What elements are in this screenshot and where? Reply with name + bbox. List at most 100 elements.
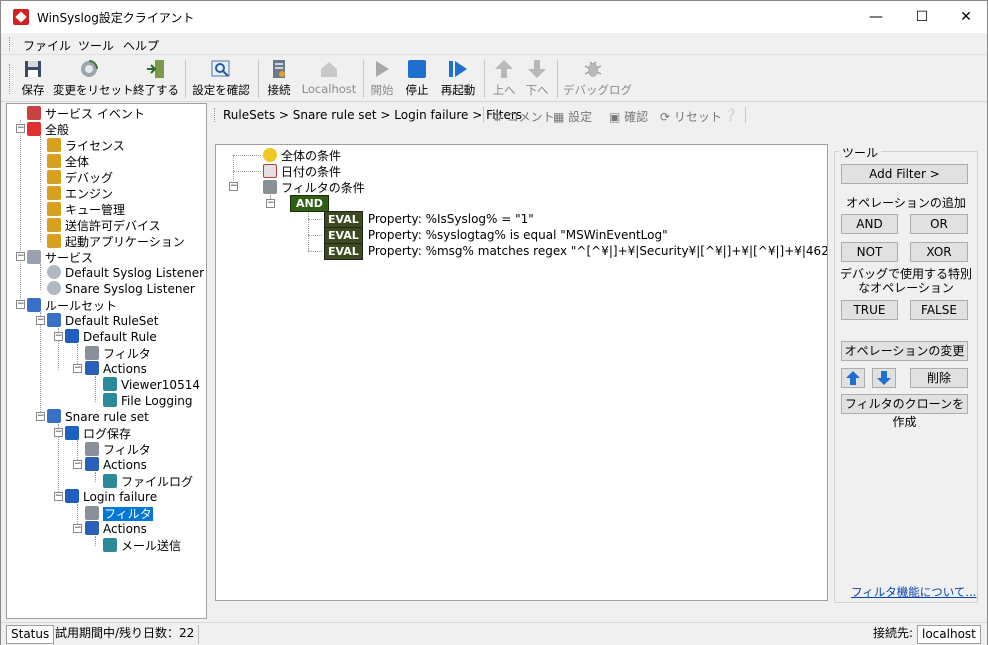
maximize-button[interactable]: ☐ (899, 1, 945, 33)
filter-collapse-toggle[interactable]: − (229, 182, 238, 191)
tree-filter[interactable]: フィルタ (85, 441, 151, 457)
tree-collapse-toggle[interactable]: − (73, 460, 82, 469)
close-button[interactable]: ✕ (943, 1, 988, 33)
tree-debug[interactable]: デバッグ (47, 169, 113, 185)
and-collapse-toggle[interactable]: − (266, 199, 275, 208)
move-up-filter-button[interactable] (841, 368, 865, 388)
tree-action-mail[interactable]: メール送信 (103, 537, 181, 553)
tree-general[interactable]: 全般 (27, 121, 69, 137)
or-button[interactable]: OR (910, 214, 968, 234)
gear-shield-icon (47, 234, 61, 248)
tree-action-file-logging[interactable]: File Logging (103, 393, 193, 409)
tree-login-failure-rule[interactable]: Login failure (65, 489, 157, 505)
tree-collapse-toggle[interactable]: − (16, 252, 25, 261)
and-button[interactable]: AND (841, 214, 898, 234)
trial-status: 試用期間中/残り日数：22 (51, 625, 200, 644)
help-button[interactable]: ❔ (723, 108, 738, 122)
tree-allowed-devices[interactable]: 送信許可デバイス (47, 217, 161, 233)
tree-collapse-toggle[interactable]: − (73, 524, 82, 533)
tree-collapse-toggle[interactable]: − (54, 492, 63, 501)
verify-config-button[interactable]: 設定を確認 (191, 58, 251, 100)
filter-condition-row[interactable]: EVAL Property: %msg% matches regex "^[^¥|… (324, 243, 827, 260)
tree-actions[interactable]: Actions (85, 457, 147, 473)
tree-rulesets[interactable]: ルールセット (27, 297, 117, 313)
filter-funnel-icon (85, 506, 99, 520)
start-button[interactable]: 開始 (368, 58, 396, 100)
action-icon (103, 393, 117, 407)
stop-button[interactable]: 停止 (402, 58, 432, 100)
tree-action-file-log[interactable]: ファイルログ (103, 473, 193, 489)
tree-collapse-toggle[interactable]: − (54, 332, 63, 341)
menu-help[interactable]: ヘルプ (123, 37, 159, 54)
tree-actions[interactable]: Actions (85, 521, 147, 537)
filter-funnel-icon (263, 180, 277, 194)
exit-button[interactable]: 終了する (132, 58, 180, 100)
filter-funnel-icon (85, 346, 99, 360)
false-button[interactable]: FALSE (910, 300, 968, 320)
config-tree: サービス イベント − 全般 ライセンス 全体 デバッグ エンジン キュー管理 … (6, 103, 207, 619)
tree-snare-listener[interactable]: Snare Syslog Listener (47, 281, 195, 297)
tree-filter[interactable]: フィルタ (85, 345, 151, 361)
tree-engine[interactable]: エンジン (47, 185, 113, 201)
save-button[interactable]: 保存 (17, 58, 49, 100)
tree-collapse-toggle[interactable]: − (54, 428, 63, 437)
tree-services[interactable]: サービス (27, 249, 93, 265)
tree-log-save-rule[interactable]: ログ保存 (65, 425, 131, 441)
move-down-filter-button[interactable] (872, 368, 896, 388)
gear-shield-icon (47, 202, 61, 216)
actions-icon (85, 361, 99, 375)
settings-button[interactable]: ▦ 設定 (553, 108, 592, 125)
restart-button[interactable]: 再起動 (438, 58, 478, 100)
tree-filter-selected[interactable]: フィルタ (85, 505, 153, 521)
filter-condition-row[interactable]: EVAL Property: %syslogtag% is equal "MSWi… (324, 227, 668, 244)
gear-icon (47, 265, 61, 279)
tree-queue[interactable]: キュー管理 (47, 201, 125, 217)
move-up-button[interactable]: 上へ (490, 58, 518, 100)
tree-collapse-toggle[interactable]: − (16, 300, 25, 309)
filter-condition-row[interactable]: EVAL Property: %IsSyslog% = "1" (324, 211, 534, 228)
add-filter-button[interactable]: Add Filter > (841, 164, 968, 184)
reset-changes-button[interactable]: 変更をリセット (53, 58, 134, 100)
tree-startup-apps[interactable]: 起動アプリケーション (47, 233, 185, 249)
menu-file[interactable]: ファイル (23, 37, 71, 54)
minimize-button[interactable]: — (853, 1, 899, 33)
help-icon: ❔ (723, 108, 738, 122)
tools-group-title: ツール (839, 144, 882, 161)
tree-all[interactable]: 全体 (47, 153, 89, 169)
filter-guide (233, 155, 261, 156)
action-icon (103, 377, 117, 391)
localhost-button[interactable]: Localhost (299, 58, 359, 100)
tree-service-events[interactable]: サービス イベント (27, 105, 145, 121)
clone-filter-button[interactable]: フィルタのクローンを作成 (841, 394, 968, 429)
date-conditions-node[interactable]: 日付の条件 (263, 163, 341, 179)
xor-button[interactable]: XOR (910, 242, 968, 262)
tree-action-viewer[interactable]: Viewer10514 (103, 377, 200, 393)
debug-log-button[interactable]: デバッグログ (563, 58, 632, 100)
tree-collapse-toggle[interactable]: − (16, 124, 25, 133)
filter-conditions-node[interactable]: フィルタの条件 (263, 179, 365, 195)
breadcrumb-grip (214, 108, 217, 122)
tree-collapse-toggle[interactable]: − (36, 412, 45, 421)
tree-collapse-toggle[interactable]: − (73, 364, 82, 373)
tree-default-rule[interactable]: Default Rule (65, 329, 157, 345)
tree-default-listener[interactable]: Default Syslog Listener (47, 265, 204, 281)
tree-collapse-toggle[interactable]: − (36, 316, 45, 325)
menu-tools[interactable]: ツール (78, 37, 114, 54)
tree-license[interactable]: ライセンス (47, 137, 125, 153)
comment-button[interactable]: ⚙ コメント (492, 108, 555, 125)
true-button[interactable]: TRUE (841, 300, 898, 320)
tree-actions[interactable]: Actions (85, 361, 147, 377)
delete-button[interactable]: 削除 (910, 368, 968, 388)
reset-button[interactable]: ⟳ リセット (660, 108, 722, 125)
global-conditions-node[interactable]: 全体の条件 (263, 147, 341, 163)
change-operation-button[interactable]: オペレーションの変更 (841, 341, 968, 361)
and-operator-node[interactable]: AND (290, 195, 329, 212)
tree-default-ruleset[interactable]: Default RuleSet (47, 313, 159, 329)
tree-snare-ruleset[interactable]: Snare rule set (47, 409, 149, 425)
move-down-button[interactable]: 下へ (523, 58, 551, 100)
confirm-button[interactable]: ▣ 確認 (609, 108, 648, 125)
and-badge: AND (290, 195, 329, 212)
not-button[interactable]: NOT (841, 242, 898, 262)
about-filters-link[interactable]: フィルタ機能について... (851, 584, 976, 600)
connect-button[interactable]: 接続 (263, 58, 295, 100)
